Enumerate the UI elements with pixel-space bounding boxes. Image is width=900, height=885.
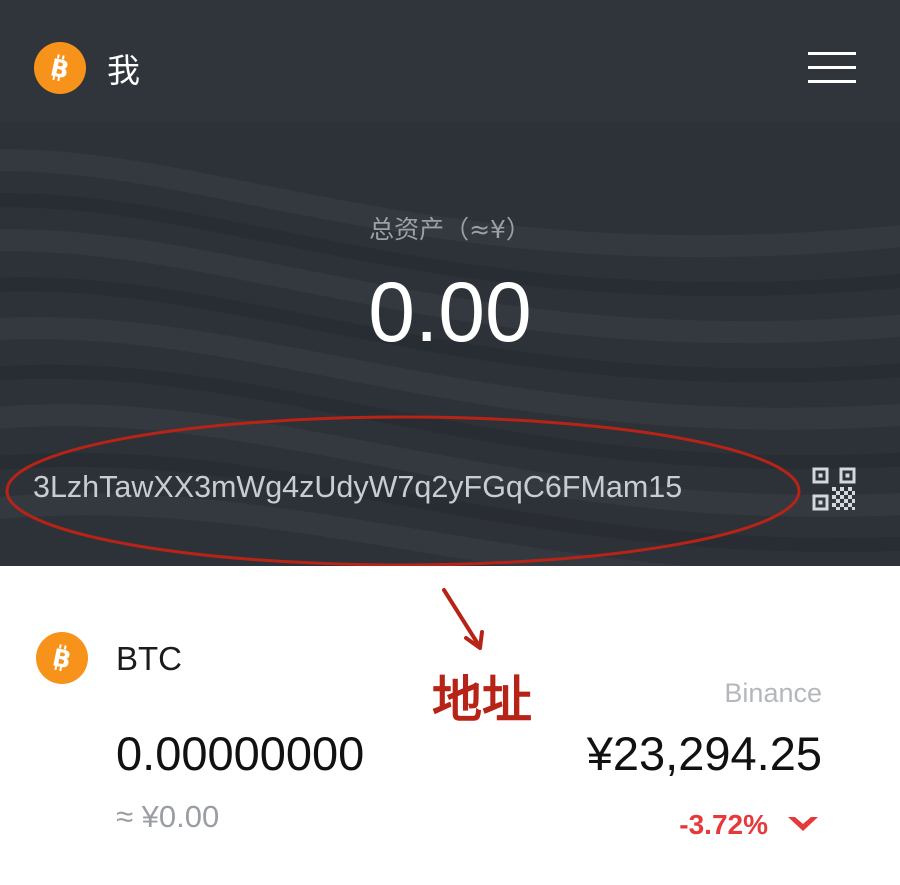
qr-code-icon[interactable] (812, 467, 856, 511)
bitcoin-icon: B (36, 632, 88, 684)
annotation-arrow (442, 588, 484, 650)
hamburger-menu-icon[interactable] (806, 48, 858, 86)
total-assets-value: 0.00 (368, 265, 532, 359)
page-title: 我 (107, 51, 140, 90)
chevron-down-icon (788, 817, 818, 831)
wallet-address[interactable]: 3LzhTawXX3mWg4zUdyW7q2yFGqC6FMam15 (33, 470, 682, 505)
exchange-name: Binance (724, 678, 822, 708)
annotation-label-address: 地址 (432, 671, 532, 729)
top-bar: B 我 (0, 0, 900, 122)
fiat-balance: ≈ ¥0.00 (116, 799, 220, 834)
coin-balance: 0.00000000 (116, 727, 365, 780)
price-change: -3.72% (679, 809, 768, 840)
coin-price: ¥23,294.25 (586, 727, 822, 780)
total-assets-label: 总资产（≈¥） (369, 215, 531, 244)
wallet-summary-panel: 总资产（≈¥） 0.00 3LzhTawXX3mWg4zUdyW7q2yFGqC… (0, 122, 900, 566)
coin-name: BTC (116, 640, 182, 677)
bitcoin-icon: B (34, 42, 86, 94)
